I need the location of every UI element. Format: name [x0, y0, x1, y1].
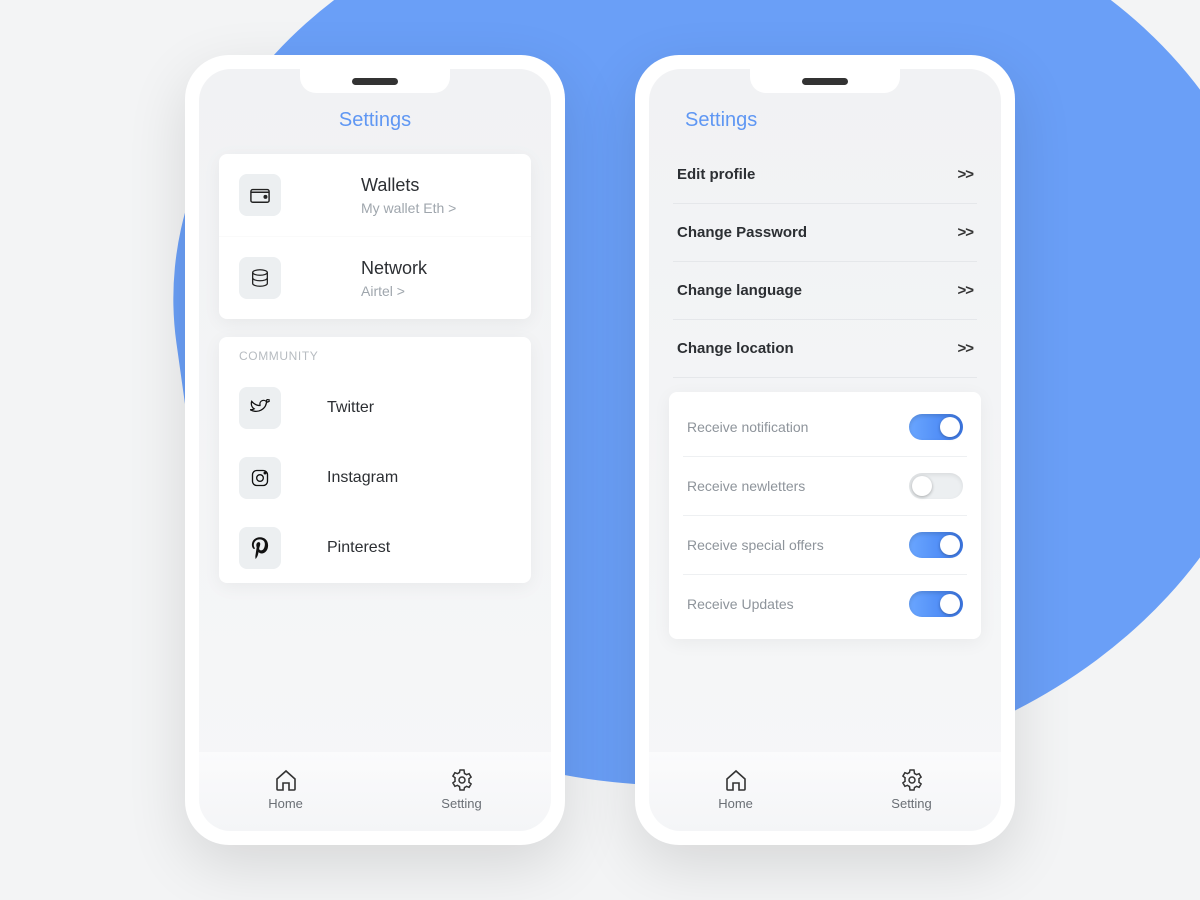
change-location-row[interactable]: Change location >>: [673, 320, 977, 378]
updates-toggle[interactable]: [909, 591, 963, 617]
tab-home-label: Home: [718, 796, 753, 811]
tab-bar: Home Setting: [199, 752, 551, 831]
settings-list: Edit profile >> Change Password >> Chang…: [673, 146, 977, 378]
chevron-right-icon: >>: [957, 224, 973, 241]
network-icon: [239, 257, 281, 299]
chevron-right-icon: >>: [957, 166, 973, 183]
change-language-row[interactable]: Change language >>: [673, 262, 977, 320]
change-password-label: Change Password: [677, 224, 807, 241]
settings-primary-card: Wallets My wallet Eth > Network: [219, 154, 531, 319]
tab-setting-label: Setting: [441, 796, 481, 811]
tab-setting[interactable]: Setting: [441, 768, 481, 811]
wallets-row[interactable]: Wallets My wallet Eth >: [219, 154, 531, 236]
instagram-label: Instagram: [327, 469, 398, 487]
community-label: COMMUNITY: [219, 337, 531, 373]
home-icon: [274, 768, 298, 792]
change-password-row[interactable]: Change Password >>: [673, 204, 977, 262]
twitter-label: Twitter: [327, 399, 374, 417]
edit-profile-row[interactable]: Edit profile >>: [673, 146, 977, 204]
pinterest-icon: [239, 527, 281, 569]
tab-setting-label: Setting: [891, 796, 931, 811]
twitter-row[interactable]: Twitter: [219, 373, 531, 443]
pinterest-label: Pinterest: [327, 539, 390, 557]
phone-left: Settings Wallets My wallet Eth >: [185, 55, 565, 845]
newsletters-toggle[interactable]: [909, 473, 963, 499]
change-language-label: Change language: [677, 282, 802, 299]
gear-icon: [450, 768, 474, 792]
community-card: COMMUNITY Twitter: [219, 337, 531, 583]
phone-notch: [750, 69, 900, 93]
change-location-label: Change location: [677, 340, 794, 357]
wallets-title: Wallets: [361, 175, 511, 196]
toggle-card: Receive notification Receive newletters …: [669, 392, 981, 639]
tab-home[interactable]: Home: [268, 768, 303, 811]
newsletters-label: Receive newletters: [687, 478, 805, 494]
wallet-icon: [239, 174, 281, 216]
notification-label: Receive notification: [687, 419, 808, 435]
newsletters-row: Receive newletters: [683, 457, 967, 516]
wallets-subtitle: My wallet Eth >: [361, 200, 511, 216]
network-subtitle: Airtel >: [361, 283, 511, 299]
chevron-right-icon: >>: [957, 282, 973, 299]
twitter-icon: [239, 387, 281, 429]
instagram-icon: [239, 457, 281, 499]
offers-toggle[interactable]: [909, 532, 963, 558]
phone-notch: [300, 69, 450, 93]
notification-toggle[interactable]: [909, 414, 963, 440]
edit-profile-label: Edit profile: [677, 166, 755, 183]
tab-home-label: Home: [268, 796, 303, 811]
screen-left: Settings Wallets My wallet Eth >: [199, 69, 551, 831]
instagram-row[interactable]: Instagram: [219, 443, 531, 513]
tab-bar: Home Setting: [649, 752, 1001, 831]
updates-row: Receive Updates: [683, 575, 967, 633]
offers-label: Receive special offers: [687, 537, 824, 553]
chevron-right-icon: >>: [957, 340, 973, 357]
home-icon: [724, 768, 748, 792]
phone-right: Settings Edit profile >> Change Password…: [635, 55, 1015, 845]
updates-label: Receive Updates: [687, 596, 794, 612]
notification-row: Receive notification: [683, 398, 967, 457]
pinterest-row[interactable]: Pinterest: [219, 513, 531, 583]
network-row[interactable]: Network Airtel >: [219, 236, 531, 319]
gear-icon: [900, 768, 924, 792]
screen-right: Settings Edit profile >> Change Password…: [649, 69, 1001, 831]
tab-setting[interactable]: Setting: [891, 768, 931, 811]
tab-home[interactable]: Home: [718, 768, 753, 811]
offers-row: Receive special offers: [683, 516, 967, 575]
network-title: Network: [361, 258, 511, 279]
